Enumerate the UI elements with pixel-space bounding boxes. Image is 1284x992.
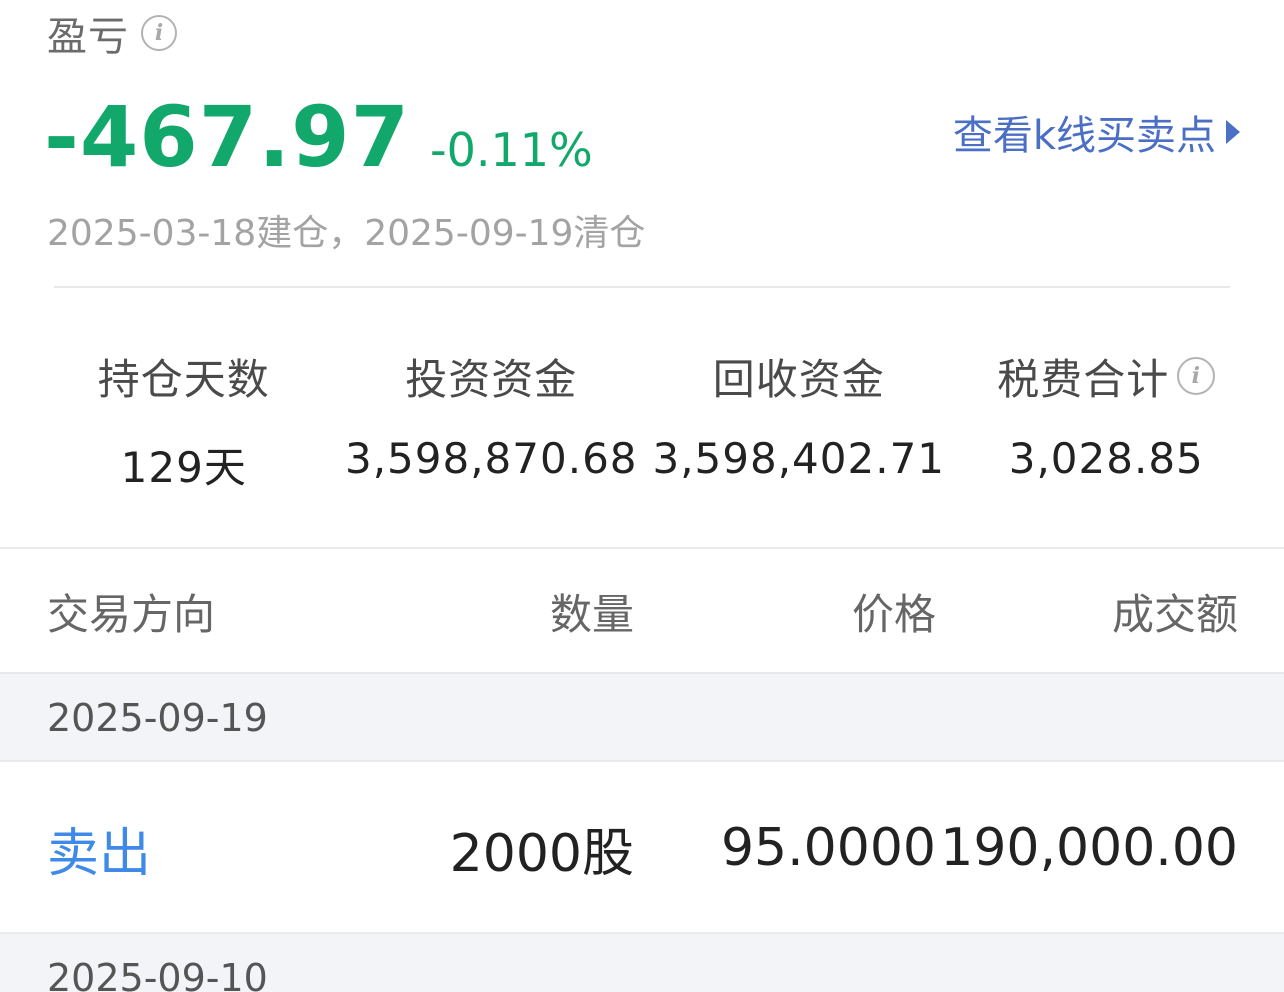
stat-invested: 投资资金 3,598,870.68 (338, 346, 646, 495)
trade-amount: 190,000.00 (940, 818, 1238, 878)
profit-loss-amount: -467.97 (44, 88, 411, 186)
stat-label: 持仓天数 (97, 354, 270, 404)
stat-label: 回收资金 (712, 354, 885, 404)
view-kline-link[interactable]: 查看k线买卖点 (953, 104, 1240, 160)
stat-label-with-info: 税费合计 i (953, 346, 1261, 406)
stat-value: 3,028.85 (1008, 434, 1204, 483)
info-icon[interactable]: i (141, 15, 177, 51)
trade-date: 2025-09-10 (47, 956, 268, 992)
header-direction: 交易方向 (47, 589, 216, 639)
stat-value: 129天 (120, 443, 247, 492)
divider (54, 286, 1230, 288)
stat-value: 3,598,870.68 (344, 434, 638, 483)
info-icon[interactable]: i (1177, 357, 1216, 395)
profit-loss-title-row: 盈亏 i (47, 8, 177, 60)
header-amount: 成交额 (1111, 589, 1238, 639)
stat-value: 3,598,402.71 (652, 434, 946, 483)
trade-date-header: 2025-09-10 (0, 932, 1284, 992)
triangle-right-icon (1226, 120, 1240, 144)
trade-quantity: 2000股 (449, 823, 634, 884)
profit-loss-percent: -0.11% (430, 123, 593, 177)
view-kline-label: 查看k线买卖点 (952, 113, 1216, 159)
trade-price: 95.0000 (720, 818, 936, 878)
stat-fees: 税费合计 i 3,028.85 (953, 346, 1261, 495)
table-row[interactable]: 卖出 2000股 95.0000 190,000.00 (0, 764, 1284, 932)
stat-label: 投资资金 (405, 354, 578, 404)
divider (0, 547, 1284, 549)
profit-loss-value-row: -467.97 -0.11% (44, 88, 593, 186)
trade-table-header: 交易方向 数量 价格 成交额 (0, 550, 1284, 672)
profit-loss-title: 盈亏 (47, 14, 129, 60)
trade-direction: 卖出 (47, 823, 152, 884)
stat-recovered: 回收资金 3,598,402.71 (645, 346, 953, 495)
trade-date: 2025-09-19 (47, 696, 268, 740)
header-quantity: 数量 (549, 589, 634, 639)
trade-date-header: 2025-09-19 (0, 672, 1284, 762)
header-price: 价格 (851, 589, 936, 639)
trade-detail-page: 盈亏 i -467.97 -0.11% 查看k线买卖点 2025-03-18建仓… (0, 0, 1284, 992)
stat-holding-days: 持仓天数 129天 (30, 346, 338, 495)
stat-label: 税费合计 (997, 354, 1170, 404)
position-date-range: 2025-03-18建仓，2025-09-19清仓 (47, 213, 646, 254)
stats-row: 持仓天数 129天 投资资金 3,598,870.68 回收资金 3,598,4… (30, 346, 1260, 495)
